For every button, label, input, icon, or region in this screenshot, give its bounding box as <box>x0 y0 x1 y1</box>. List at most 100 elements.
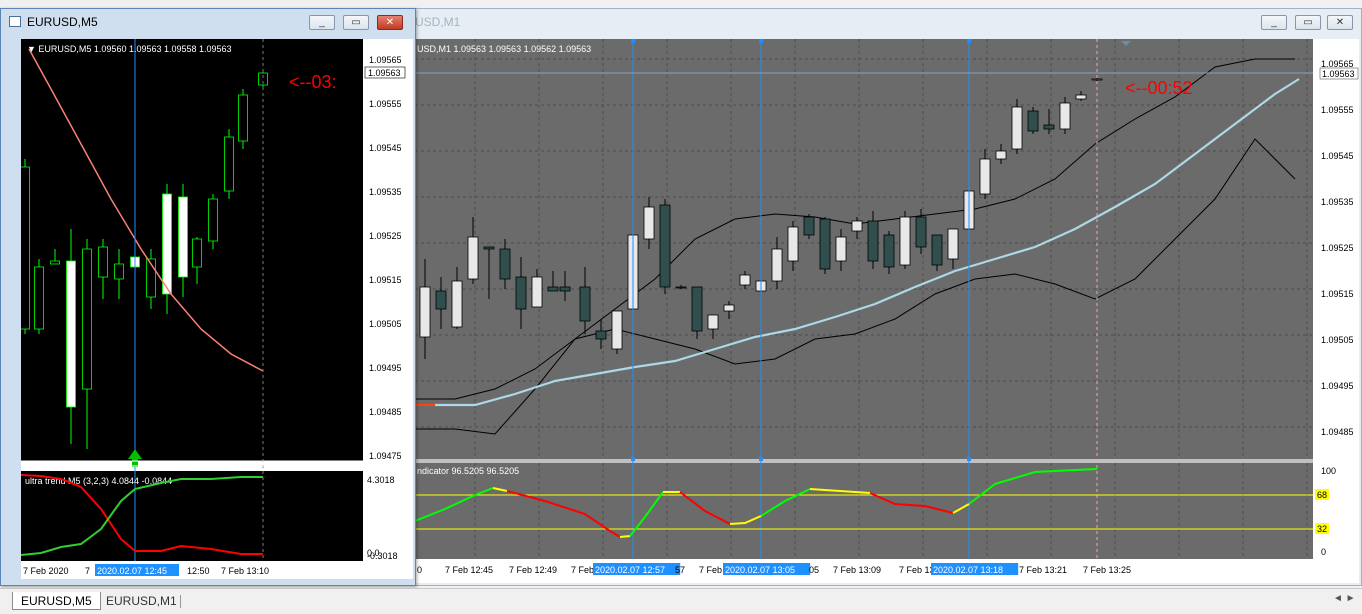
chart-window-m5[interactable]: EURUSD,M5 _ ▭ ✕ ▼ EURUSD,M5 1.09560 1.09… <box>0 8 416 586</box>
candle <box>483 246 495 250</box>
minimize-button[interactable]: _ <box>309 15 335 30</box>
tab-eurusd-m1[interactable]: EURUSD,M1 <box>98 592 185 610</box>
candle <box>1059 102 1071 130</box>
time-label: 2020.02.07 13:05 <box>725 565 795 575</box>
line-handle <box>759 39 763 43</box>
indicator-plot <box>415 463 1313 559</box>
time-label: 2020.02.07 12:45 <box>97 566 167 576</box>
minimize-icon: _ <box>1271 16 1277 28</box>
time-label: 7 Feb 12:45 <box>445 565 493 575</box>
price-label: 1.09515 <box>369 275 402 285</box>
candle <box>771 248 783 282</box>
tab-eurusd-m5[interactable]: EURUSD,M5 <box>12 592 101 610</box>
close-icon: ✕ <box>1335 16 1345 28</box>
candle <box>915 216 927 248</box>
price-label: 1.09515 <box>1321 289 1354 299</box>
minimize-button[interactable]: _ <box>1261 15 1287 30</box>
candle <box>178 196 188 278</box>
price-label: 1.09485 <box>369 407 402 417</box>
maximize-icon: ▭ <box>1303 16 1313 28</box>
maximize-button[interactable]: ▭ <box>1295 15 1321 30</box>
line-handle <box>631 457 635 461</box>
time-label: 0 <box>417 565 422 575</box>
time-label: 7 Feb 2020 <box>23 566 69 576</box>
price-label: 1.09525 <box>1321 243 1354 253</box>
price-scale <box>1313 39 1359 583</box>
candle <box>66 260 76 408</box>
indicator-header: ndicator 96.5205 96.5205 <box>417 466 519 476</box>
candle <box>451 280 463 328</box>
candle <box>1011 106 1023 150</box>
maximize-button[interactable]: ▭ <box>343 15 369 30</box>
price-label: 1.09555 <box>1321 105 1354 115</box>
candle <box>787 226 799 262</box>
window-title: USD,M1 <box>415 15 461 29</box>
candle <box>98 246 108 278</box>
candle <box>238 94 248 142</box>
candle <box>21 166 30 330</box>
time-label: 2020.02.07 12:57 <box>595 565 665 575</box>
tab-scroll-arrows[interactable]: ◄ ► <box>1333 593 1356 604</box>
price-label: 1.09495 <box>369 363 402 373</box>
candle <box>835 236 847 262</box>
minimize-icon: _ <box>319 16 325 28</box>
main-plot <box>415 39 1313 459</box>
close-icon: ✕ <box>385 16 395 28</box>
tab-separator <box>180 595 181 608</box>
time-label: 7 Feb 13:09 <box>833 565 881 575</box>
price-label: 1.09535 <box>1321 197 1354 207</box>
chart-window-m1[interactable]: USD,M1 _ ▭ ✕ USD,M1 1.09563 1.09563 1.09… <box>410 8 1362 586</box>
indicator-label: 0 <box>1321 547 1326 557</box>
candle <box>675 286 687 289</box>
time-label: 05 <box>809 565 819 575</box>
time-label: 12:50 <box>187 566 210 576</box>
time-label: 7 Feb 13:25 <box>1083 565 1131 575</box>
price-chart-m1[interactable]: USD,M1 1.09563 1.09563 1.09562 1.09563 <… <box>415 39 1359 583</box>
candle <box>819 218 831 270</box>
candle <box>162 193 172 295</box>
price-label: 1.09545 <box>1321 151 1354 161</box>
indicator-label: 68 <box>1317 490 1327 500</box>
price-label: 1.09485 <box>1321 427 1354 437</box>
price-label: 1.09525 <box>369 231 402 241</box>
candle <box>595 330 607 340</box>
chart-tab-bar: EURUSD,M5 EURUSD,M1 ◄ ► <box>0 588 1362 614</box>
candle <box>867 220 879 262</box>
candle <box>947 228 959 260</box>
current-price-label: 1.09563 <box>1322 69 1355 79</box>
time-label: 7 Feb <box>571 565 594 575</box>
candle <box>1075 94 1087 100</box>
line-handle <box>759 457 763 461</box>
time-label: 2020.02.07 13:18 <box>933 565 1003 575</box>
candle <box>531 276 543 308</box>
candle <box>691 286 703 332</box>
indicator-label: 32 <box>1317 524 1327 534</box>
close-button[interactable]: ✕ <box>1327 15 1353 30</box>
candle <box>643 206 655 240</box>
time-label: 7 <box>85 566 90 576</box>
candle <box>739 274 751 286</box>
candle <box>931 234 943 266</box>
price-label: 1.09565 <box>369 55 402 65</box>
indicator-min-label: -0.3018 <box>367 551 398 561</box>
line-handle <box>967 457 971 461</box>
candle <box>1091 78 1103 81</box>
price-label: 1.09555 <box>369 99 402 109</box>
candle <box>559 286 571 292</box>
candle <box>803 216 815 236</box>
candle <box>1043 124 1055 130</box>
candle <box>899 216 911 266</box>
candle <box>208 198 218 242</box>
candle <box>34 266 44 330</box>
candle <box>611 310 623 350</box>
close-button[interactable]: ✕ <box>377 15 403 30</box>
candle <box>192 238 202 268</box>
window-title: EURUSD,M5 <box>27 15 98 29</box>
candle <box>515 276 527 310</box>
price-label: 1.09505 <box>369 319 402 329</box>
price-chart-m5[interactable]: ▼ EURUSD,M5 1.09560 1.09563 1.09558 1.09… <box>21 39 413 579</box>
price-label: 1.09505 <box>1321 335 1354 345</box>
candle <box>50 260 60 265</box>
candle-countdown: <--00:52 <box>1125 78 1193 98</box>
candle <box>499 248 511 280</box>
